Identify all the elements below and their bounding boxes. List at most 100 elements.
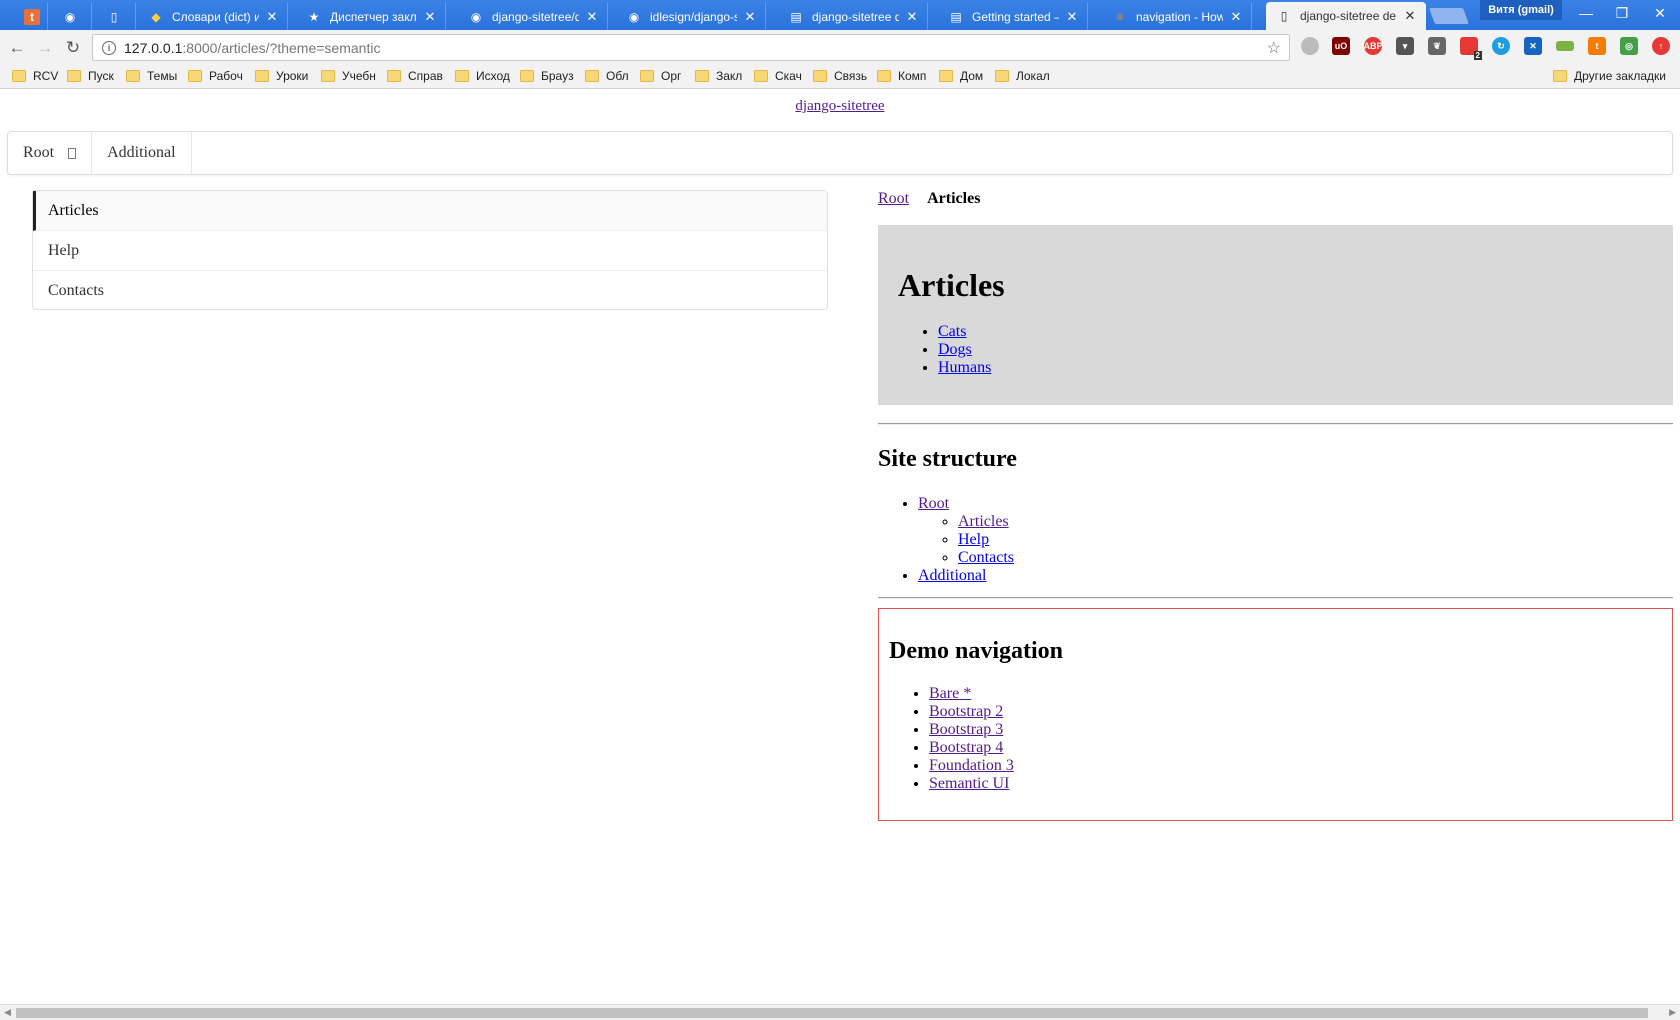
pocket-icon[interactable]: ▾ [1396, 37, 1414, 55]
url-host: 127.0.0.1 [124, 39, 183, 56]
scroll-left-icon[interactable]: ◀ [4, 1007, 11, 1018]
minimize-icon[interactable]: — [1566, 0, 1606, 26]
tab-0[interactable]: t [14, 3, 48, 30]
bookmark-folder[interactable]: Орг [640, 69, 681, 83]
folder-icon [995, 70, 1009, 82]
bookmark-label: Пуск [88, 69, 114, 83]
theme-link-bootstrap4[interactable]: Bootstrap 4 [929, 739, 1003, 756]
close-icon[interactable]: ✕ [1229, 9, 1243, 25]
tree-link-contacts[interactable]: Contacts [958, 549, 1014, 566]
bookmark-folder[interactable]: Уроки [255, 69, 308, 83]
profile-button[interactable]: Витя (gmail) [1480, 0, 1562, 20]
tab-1[interactable]: ◉ [52, 3, 92, 30]
bookmark-folder[interactable]: Локал [995, 69, 1050, 83]
side-menu-item-help[interactable]: Help [33, 231, 827, 271]
evernote-icon[interactable]: ❦ [1428, 37, 1446, 55]
tab-4[interactable]: ★ Диспетчер заклад ✕ [296, 3, 446, 30]
bookmark-folder[interactable]: Обл [585, 69, 629, 83]
tree-link-articles[interactable]: Articles [958, 513, 1009, 530]
tab-8[interactable]: ▤ Getting started — c ✕ [938, 3, 1088, 30]
ublock-icon[interactable]: uO [1332, 37, 1350, 55]
battery-icon[interactable] [1556, 41, 1574, 51]
tab-9[interactable]: ≡ navigation - How t ✕ [1102, 3, 1252, 30]
bookmark-folder[interactable]: Пуск [67, 69, 114, 83]
theme-link-bootstrap3[interactable]: Bootstrap 3 [929, 721, 1003, 738]
bookmark-folder[interactable]: Комп [877, 69, 926, 83]
bookmark-folder[interactable]: Исход [455, 69, 510, 83]
list-item: Articles [958, 513, 1014, 531]
bookmark-star-icon[interactable]: ☆ [1267, 38, 1281, 58]
top-menu-label: Additional [107, 144, 176, 161]
close-window-icon[interactable]: ✕ [1640, 0, 1680, 26]
mail-icon[interactable]: 2 [1460, 37, 1482, 60]
folder-icon [754, 70, 768, 82]
article-link-cats[interactable]: Cats [938, 323, 966, 340]
bookmark-folder[interactable]: Брауз [520, 69, 574, 83]
close-icon[interactable]: ✕ [1403, 8, 1417, 24]
bookmark-folder[interactable]: Темы [126, 69, 177, 83]
close-icon[interactable]: ✕ [1065, 9, 1079, 25]
tab-3[interactable]: ◆ Словари (dict) и р ✕ [138, 3, 288, 30]
close-icon[interactable]: ✕ [265, 9, 279, 25]
globe-icon[interactable] [1301, 37, 1319, 55]
forward-arrow-icon[interactable]: → [34, 37, 56, 59]
list-item: Semantic UI [929, 775, 1014, 793]
scroll-right-icon[interactable]: ▶ [1669, 1007, 1676, 1018]
article-link-humans[interactable]: Humans [938, 359, 991, 376]
article-link-dogs[interactable]: Dogs [938, 341, 972, 358]
bookmark-folder[interactable]: RCV [12, 69, 58, 83]
scrollbar-thumb[interactable] [16, 1008, 1648, 1018]
tab-6[interactable]: ◉ idlesign/django-site ✕ [616, 3, 766, 30]
theme-link-foundation3[interactable]: Foundation 3 [929, 757, 1014, 774]
bookmark-folder[interactable]: Скач [754, 69, 802, 83]
bookmark-folder[interactable]: Закл [695, 69, 742, 83]
tree-link-additional[interactable]: Additional [918, 567, 986, 584]
bookmark-folder[interactable]: Связь [813, 69, 867, 83]
bookmark-label: Скач [775, 69, 802, 83]
breadcrumb-root-link[interactable]: Root [878, 190, 909, 207]
restore-icon[interactable]: ❐ [1602, 0, 1642, 26]
close-icon[interactable]: ✕ [743, 9, 757, 25]
bookmark-folder[interactable]: Учебн [321, 69, 376, 83]
reload-icon[interactable]: ↻ [62, 37, 84, 59]
sync-icon[interactable]: ↻ [1492, 37, 1510, 55]
tab-2[interactable]: ▯ [96, 3, 136, 30]
folder-icon [939, 70, 953, 82]
camera-icon[interactable]: ◎ [1620, 37, 1638, 55]
new-tab-button[interactable] [1429, 8, 1469, 24]
side-menu-item-articles[interactable]: Articles [33, 191, 827, 231]
bookmark-folder[interactable]: Рабоч [188, 69, 243, 83]
blank-page-icon: ▯ [110, 9, 118, 24]
translate-icon[interactable]: ✕ [1524, 37, 1542, 55]
close-icon[interactable]: ✕ [905, 9, 919, 25]
folder-icon [520, 70, 534, 82]
info-icon[interactable]: i [102, 40, 116, 55]
horizontal-scrollbar[interactable]: ◀ ▶ [0, 1004, 1680, 1020]
close-icon[interactable]: ✕ [423, 9, 437, 25]
folder-icon [188, 70, 202, 82]
site-title-link[interactable]: django-sitetree [795, 98, 884, 114]
top-menu-item-additional[interactable]: Additional [92, 132, 192, 174]
bookmark-folder[interactable]: Дом [939, 69, 983, 83]
theme-link-bootstrap2[interactable]: Bootstrap 2 [929, 703, 1003, 720]
tree-children: Articles Help Contacts [918, 513, 1014, 567]
upload-icon[interactable]: ↑ [1652, 37, 1670, 55]
close-icon[interactable]: ✕ [585, 9, 599, 25]
theme-link-semantic-ui[interactable]: Semantic UI [929, 775, 1009, 792]
address-bar[interactable]: i 127.0.0.1 :8000/articles/?theme=semant… [92, 34, 1290, 61]
other-bookmarks[interactable]: Другие закладки [1553, 69, 1666, 83]
breadcrumb-current: Articles [927, 190, 981, 207]
side-menu-item-contacts[interactable]: Contacts [33, 271, 827, 311]
bookmark-folder[interactable]: Справ [387, 69, 443, 83]
back-arrow-icon[interactable]: ← [6, 37, 28, 59]
tab-active[interactable]: ▯ django-sitetree de ✕ [1266, 2, 1426, 30]
theme-link-bare[interactable]: Bare * [929, 685, 971, 702]
t-extension-icon[interactable]: t [1588, 37, 1606, 55]
top-menu-item-root[interactable]: Root [8, 132, 93, 174]
demo-navigation-box: Demo navigation Bare * Bootstrap 2 Boots… [878, 608, 1673, 821]
adblock-icon[interactable]: ABP [1364, 37, 1383, 55]
tab-7[interactable]: ▤ django-sitetree do ✕ [778, 3, 928, 30]
tree-link-root[interactable]: Root [918, 495, 949, 512]
tree-link-help[interactable]: Help [958, 531, 989, 548]
tab-5[interactable]: ◉ django-sitetree/de ✕ [458, 3, 608, 30]
